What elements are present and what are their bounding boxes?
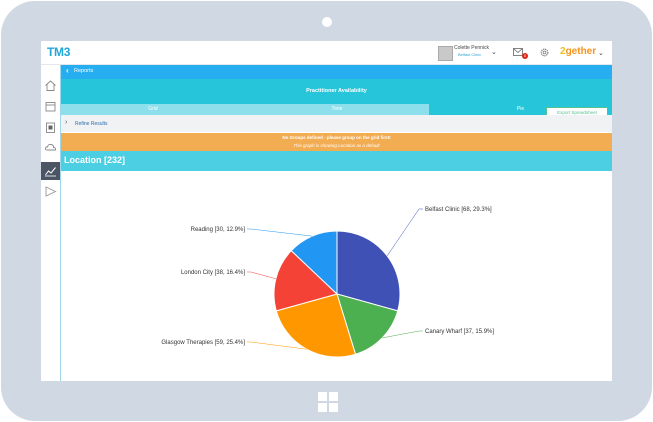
- chart-icon: [45, 167, 56, 177]
- pie-leader-line: [247, 271, 276, 280]
- camera-dot: [322, 17, 332, 27]
- avatar[interactable]: [438, 46, 453, 61]
- section-header: [61, 151, 612, 171]
- home-icon[interactable]: [44, 79, 57, 92]
- clipboard-icon[interactable]: [44, 121, 57, 134]
- refine-results-bar[interactable]: [61, 115, 612, 132]
- chevron-right-icon[interactable]: ›: [65, 119, 67, 126]
- section-title: Location [232]: [64, 155, 126, 165]
- left-nav: [41, 65, 61, 381]
- gear-icon[interactable]: [539, 47, 550, 58]
- tab-time[interactable]: Time: [245, 104, 429, 115]
- warning-text: No Groups defined - please group on the …: [282, 135, 391, 140]
- app-logo[interactable]: TM3: [47, 45, 70, 59]
- pie-leader-line: [247, 228, 313, 237]
- warning-subtext: This graph is showing Location as a defa…: [293, 143, 380, 148]
- send-icon[interactable]: [44, 185, 57, 198]
- breadcrumb-reports[interactable]: Reports: [74, 68, 93, 74]
- user-clinic[interactable]: Belfast Clinic: [458, 52, 481, 57]
- sidebar-item-reports[interactable]: [41, 162, 60, 180]
- chevron-down-icon[interactable]: ⌄: [491, 48, 497, 56]
- notification-badge: 0: [522, 53, 528, 59]
- app-screen: TM3 Colette Pennick Belfast Clinic ⌄ 0 2…: [41, 41, 612, 381]
- refine-results-link[interactable]: Refine Results: [75, 121, 108, 127]
- calendar-icon[interactable]: [44, 100, 57, 113]
- chevron-down-icon[interactable]: ⌄: [598, 49, 604, 57]
- tab-grid[interactable]: Grid: [61, 104, 245, 115]
- pie-label: Canary Wharf [37, 15.9%]: [425, 329, 494, 335]
- top-bar: TM3 Colette Pennick Belfast Clinic ⌄ 0 2…: [41, 41, 612, 65]
- pie-label: London City [38, 16.4%]: [181, 270, 245, 276]
- pie-leader-line: [386, 208, 423, 257]
- view-tabs: Grid Time Pie: [61, 104, 612, 115]
- back-chevron-icon[interactable]: ‹: [66, 66, 69, 75]
- page-title: Practitioner Availability: [306, 88, 367, 94]
- pie-label: Reading [30, 12.9%]: [191, 227, 246, 233]
- pie-chart: Belfast Clinic [68, 29.3%] Canary Wharf […: [61, 171, 612, 381]
- breadcrumb: [61, 65, 612, 79]
- windows-logo-icon[interactable]: [318, 392, 338, 412]
- pie-label: Glasgow Therapies [59, 25.4%]: [161, 340, 245, 346]
- user-name[interactable]: Colette Pennick: [454, 45, 489, 51]
- cloud-icon[interactable]: [44, 141, 57, 154]
- pie-leader-line: [382, 330, 423, 339]
- pie-label: Belfast Clinic [68, 29.3%]: [425, 207, 492, 213]
- 2gether-brand[interactable]: 2gether: [560, 46, 596, 57]
- pie-chart-svg: Belfast Clinic [68, 29.3%] Canary Wharf […: [161, 207, 494, 358]
